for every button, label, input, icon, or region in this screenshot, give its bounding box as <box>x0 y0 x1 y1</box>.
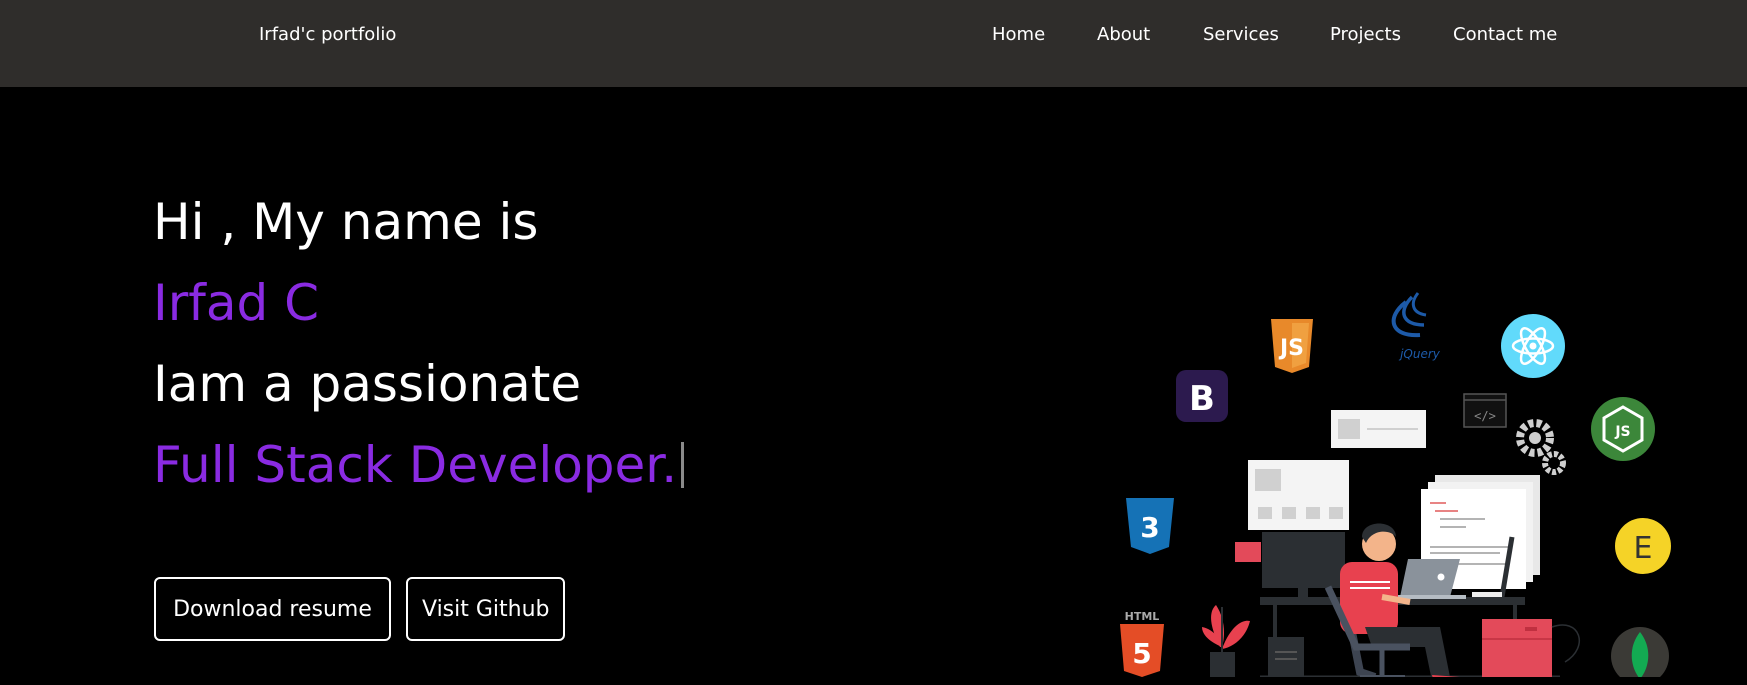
plant <box>1202 605 1250 677</box>
cable <box>1551 624 1581 663</box>
svg-text:5: 5 <box>1132 637 1151 670</box>
hero-text: Hi , My name is Irfad C Iam a passionate… <box>153 182 685 506</box>
svg-text:JS: JS <box>1278 336 1304 361</box>
nav-about[interactable]: About <box>1097 24 1150 45</box>
bootstrap-icon: B <box>1176 370 1228 422</box>
drawer-cabinet <box>1482 619 1552 677</box>
svg-text:JS: JS <box>1614 424 1630 440</box>
visit-github-button[interactable]: Visit Github <box>406 577 565 641</box>
css3-icon: 3 <box>1126 498 1174 554</box>
role-text: Full Stack Developer. <box>153 436 678 494</box>
svg-text:E: E <box>1634 531 1653 566</box>
nav-services[interactable]: Services <box>1203 24 1279 45</box>
svg-text:HTML: HTML <box>1125 610 1160 623</box>
jquery-icon: jQuery <box>1391 292 1441 361</box>
svg-text:3: 3 <box>1140 511 1159 544</box>
red-card <box>1235 542 1261 562</box>
greeting-line: Hi , My name is <box>153 193 539 251</box>
hero-section: Hi , My name is Irfad C Iam a passionate… <box>0 87 1747 685</box>
monitor <box>1262 532 1345 598</box>
layout-window <box>1248 460 1349 530</box>
nav-links: Home About Services Projects Contact me <box>0 24 1747 50</box>
intro-line: Iam a passionate <box>153 355 582 413</box>
navbar: Irfad'c portfolio Home About Services Pr… <box>0 0 1747 87</box>
javascript-icon: JS <box>1271 319 1313 373</box>
typing-caret <box>681 442 685 488</box>
role-line: Full Stack Developer. <box>153 425 685 506</box>
pc-tower <box>1268 637 1304 677</box>
express-icon: E <box>1615 518 1671 574</box>
svg-text:jQuery: jQuery <box>1398 347 1441 361</box>
download-resume-button[interactable]: Download resume <box>154 577 391 641</box>
mongodb-icon <box>1611 627 1669 677</box>
keyboard <box>1472 592 1502 597</box>
html5-icon: HTML 5 <box>1120 610 1164 677</box>
gear-icon <box>1516 419 1566 475</box>
code-window-icon: </> <box>1463 393 1507 428</box>
react-icon <box>1501 314 1565 378</box>
nodejs-icon: JS <box>1591 397 1655 461</box>
browser-window <box>1331 410 1426 448</box>
nav-projects[interactable]: Projects <box>1330 24 1401 45</box>
nav-home[interactable]: Home <box>992 24 1045 45</box>
nav-contact-me[interactable]: Contact me <box>1453 24 1557 45</box>
name-line: Irfad C <box>153 274 320 332</box>
svg-text:</>: </> <box>1474 409 1496 423</box>
svg-text:B: B <box>1189 379 1215 419</box>
developer-illustration: JS jQuery B </> JS 3 E HTML 5 <box>1120 292 1671 677</box>
